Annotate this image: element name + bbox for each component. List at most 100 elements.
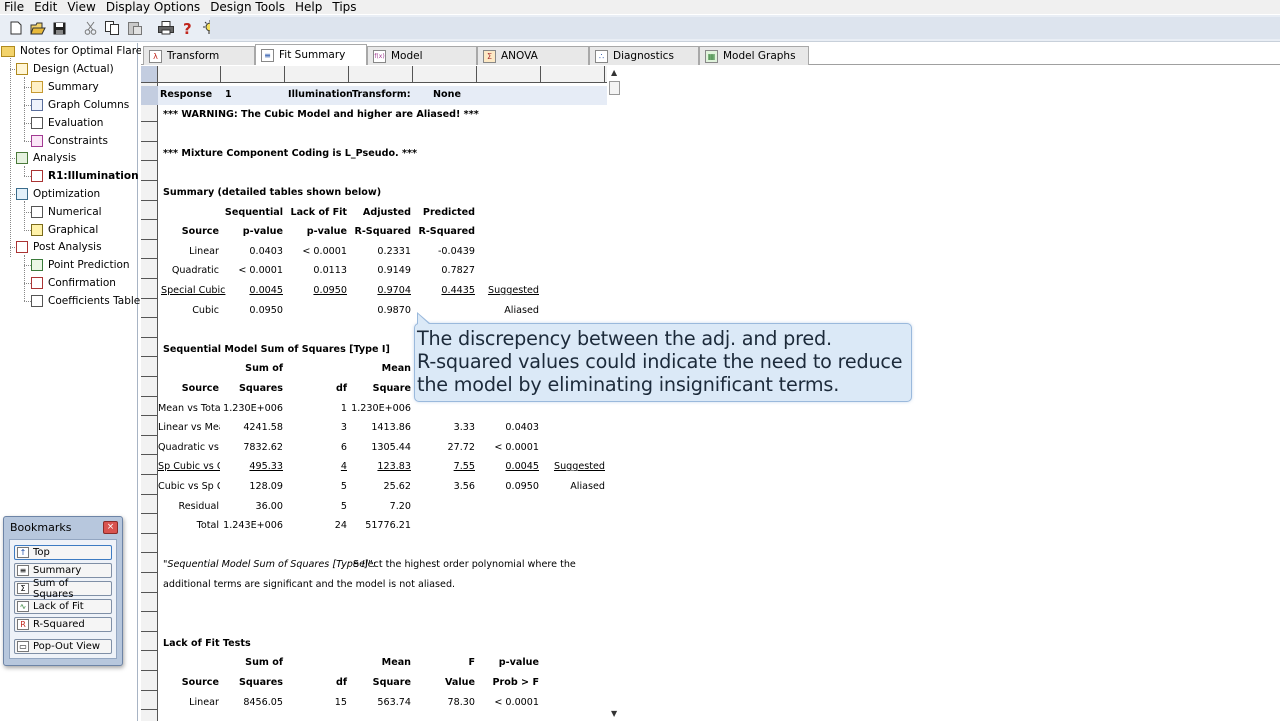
tree-optimization[interactable]: Optimization <box>16 186 100 202</box>
bookmark-pop-out-view-button[interactable]: ▭ Pop-Out View <box>14 639 112 654</box>
row-header-cell[interactable] <box>141 397 158 417</box>
row-header-cell[interactable] <box>141 103 158 123</box>
tree-graphical[interactable]: Graphical <box>31 222 98 238</box>
tree-confirmation[interactable]: Confirmation <box>31 275 116 291</box>
row-header-cell[interactable] <box>141 455 158 475</box>
tab-model-graphs[interactable]: ▦ Model Graphs <box>699 46 809 65</box>
row-header-cell[interactable] <box>141 671 158 691</box>
menu-design-tools[interactable]: Design Tools <box>210 0 285 14</box>
row-header-cell[interactable] <box>141 318 158 338</box>
tab-model-graphs-label: Model Graphs <box>723 50 796 62</box>
tab-anova[interactable]: Σ ANOVA <box>477 46 589 65</box>
row-header-cell[interactable] <box>141 416 158 436</box>
row-header-cell[interactable] <box>141 710 158 721</box>
open-folder-icon[interactable] <box>28 19 47 38</box>
summary-row-value: 0.4435 <box>441 285 475 296</box>
close-icon[interactable]: × <box>103 521 118 534</box>
menu-file[interactable]: File <box>4 0 24 14</box>
help-icon[interactable]: ? <box>178 19 197 38</box>
scroll-up-arrow-icon[interactable]: ▲ <box>611 68 617 77</box>
coefficients-table-icon <box>31 295 43 307</box>
menu-help[interactable]: Help <box>295 0 322 14</box>
scroll-thumb[interactable] <box>609 81 620 95</box>
row-header-cell[interactable] <box>141 279 158 299</box>
row-header-cell[interactable] <box>141 240 158 260</box>
bookmark-summary-button[interactable]: ≡ Summary <box>14 563 112 578</box>
row-header-cell[interactable] <box>141 161 158 181</box>
row-header-cell[interactable] <box>141 377 158 397</box>
row-header-cell[interactable] <box>141 651 158 671</box>
tree-graph-columns-label: Graph Columns <box>48 99 130 111</box>
menu-display-options[interactable]: Display Options <box>106 0 200 14</box>
summary-table-icon <box>31 81 43 93</box>
tab-model[interactable]: f(x) Model <box>367 46 477 65</box>
menu-edit[interactable]: Edit <box>34 0 57 14</box>
row-header-cell[interactable] <box>141 475 158 495</box>
row-header-cell[interactable] <box>141 573 158 593</box>
tree-constraints[interactable]: Constraints <box>31 133 108 149</box>
tab-fit-summary[interactable]: ≡ Fit Summary <box>255 44 367 65</box>
row-header-cell[interactable] <box>141 514 158 534</box>
row-header-cell[interactable] <box>141 122 158 142</box>
tab-diagnostics[interactable]: ∴ Diagnostics <box>589 46 699 65</box>
row-header-cell[interactable] <box>141 299 158 319</box>
tree-coefficients-table[interactable]: Coefficients Table <box>31 293 140 309</box>
row-header-cell[interactable] <box>141 632 158 652</box>
bookmark-sum-of-squares-button[interactable]: Σ Sum of Squares <box>14 578 112 600</box>
scroll-down-arrow-icon[interactable]: ▼ <box>611 709 617 718</box>
grid-corner-cell[interactable] <box>141 66 158 83</box>
row-header-cell[interactable] <box>141 593 158 613</box>
row-header-cell[interactable] <box>141 436 158 456</box>
row-header-cell[interactable] <box>141 201 158 221</box>
row-header-cell[interactable] <box>141 357 158 377</box>
seq-row-value: 4 <box>340 461 347 472</box>
lack-of-fit-icon: ∿ <box>17 601 29 612</box>
bookmark-lack-of-fit-button[interactable]: ∿ Lack of Fit <box>14 599 112 614</box>
row-header-cell[interactable] <box>141 181 158 201</box>
print-icon[interactable] <box>156 19 175 38</box>
bookmark-top-button[interactable]: ↑ Top <box>14 545 112 560</box>
row-header-cell[interactable] <box>141 142 158 162</box>
summary-row-value: 0.0950 <box>313 285 347 296</box>
tree-root-notes[interactable]: Notes for Optimal Flare wit <box>1 43 161 59</box>
tree-design-actual[interactable]: Design (Actual) <box>16 61 114 77</box>
new-file-icon[interactable] <box>6 19 25 38</box>
tree-evaluation[interactable]: Evaluation <box>31 115 103 131</box>
row-header-cell[interactable] <box>141 612 158 632</box>
seq-row-value: 3 <box>340 422 347 433</box>
tree-analysis[interactable]: Analysis <box>16 150 76 166</box>
summary-row-value: 0.2331 <box>377 246 411 257</box>
column-header-cell[interactable] <box>158 66 605 83</box>
summary-row-value: -0.0439 <box>437 246 475 257</box>
tree-graph-columns[interactable]: Graph Columns <box>31 97 129 113</box>
tab-anova-label: ANOVA <box>501 50 538 62</box>
row-header-cell[interactable] <box>141 220 158 240</box>
row-header-cell[interactable] <box>141 495 158 515</box>
row-header-cell[interactable] <box>141 553 158 573</box>
menu-view[interactable]: View <box>67 0 95 14</box>
tree-numerical[interactable]: Numerical <box>31 204 102 220</box>
paste-icon[interactable] <box>125 19 144 38</box>
row-header-cell[interactable] <box>141 691 158 711</box>
transform-value: None <box>433 89 461 100</box>
tree-point-prediction[interactable]: Point Prediction <box>31 257 130 273</box>
tree-r1-label: R1:Illumination <box>48 170 139 182</box>
menu-tips[interactable]: Tips <box>332 0 356 14</box>
cut-icon[interactable] <box>81 19 100 38</box>
bookmark-pop-out-label: Pop-Out View <box>33 641 101 652</box>
seq-row-source: Total <box>196 520 219 531</box>
seq-row-source: Cubic vs Sp Cu <box>158 481 220 492</box>
summary-row-source: Cubic <box>192 305 219 316</box>
copy-icon[interactable] <box>103 19 122 38</box>
bookmark-r-squared-button[interactable]: R R-Squared <box>14 617 112 632</box>
tree-summary[interactable]: Summary <box>31 79 99 95</box>
row-header-cell[interactable] <box>141 259 158 279</box>
row-header-cell[interactable] <box>141 534 158 554</box>
save-icon[interactable] <box>50 19 69 38</box>
tab-transform[interactable]: λ Transform <box>143 46 255 65</box>
tree-post-analysis[interactable]: Post Analysis <box>16 239 102 255</box>
tree-r1-illumination[interactable]: R1:Illumination <box>31 168 139 184</box>
seq-row-value: 1413.86 <box>371 422 411 433</box>
lof-row-value: < 0.0001 <box>494 697 539 708</box>
row-header-cell[interactable] <box>141 338 158 358</box>
